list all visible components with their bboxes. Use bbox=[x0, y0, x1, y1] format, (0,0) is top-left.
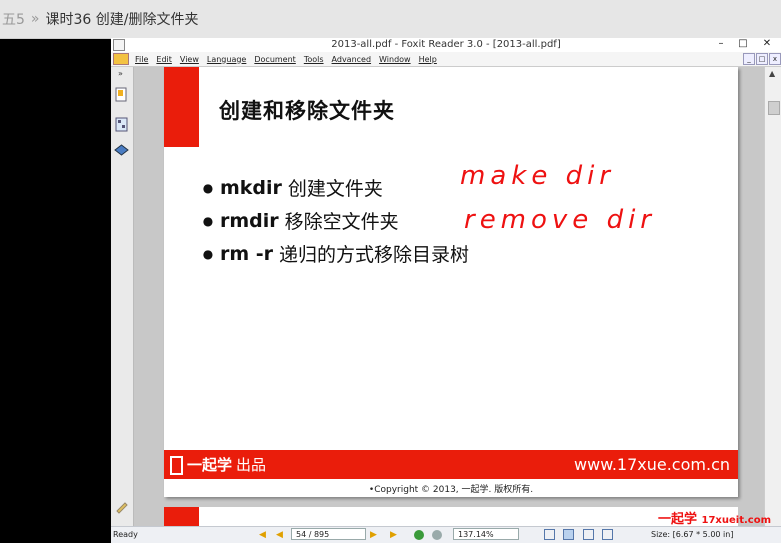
navigation-sidebar: » bbox=[111, 67, 134, 526]
bookmarks-icon[interactable] bbox=[114, 87, 129, 102]
bullet-command: rm -r bbox=[220, 242, 274, 265]
zoom-field[interactable]: 137.14% bbox=[453, 528, 519, 540]
foxit-reader-window: 2013-all.pdf - Foxit Reader 3.0 - [2013-… bbox=[111, 38, 781, 543]
window-title: 2013-all.pdf - Foxit Reader 3.0 - [2013-… bbox=[331, 39, 561, 50]
attachment-icon[interactable] bbox=[114, 499, 129, 514]
bullet-description: 移除空文件夹 bbox=[284, 211, 399, 233]
chapter-fragment: 五5 bbox=[2, 12, 25, 28]
site-watermark: 一起学 17xueit.com bbox=[657, 512, 771, 527]
slide-red-tab bbox=[164, 507, 199, 526]
status-text: Ready bbox=[113, 530, 138, 539]
slide-footer-bar: 一起学 出品 www.17xue.com.cn bbox=[164, 450, 738, 479]
menu-view[interactable]: View bbox=[176, 55, 203, 64]
bullet-command: rmdir bbox=[220, 209, 279, 232]
go-forward-icon[interactable] bbox=[432, 530, 442, 540]
bullet-command: mkdir bbox=[220, 176, 282, 199]
pdf-page: 创建和移除文件夹 ● mkdir 创建文件夹 ● rmdir 移除空文件夹 ● … bbox=[164, 67, 738, 497]
next-pdf-page bbox=[164, 507, 738, 526]
menu-edit[interactable]: Edit bbox=[152, 55, 176, 64]
doc-restore-button[interactable]: □ bbox=[756, 53, 768, 65]
scroll-up-icon[interactable]: ▲ bbox=[769, 69, 775, 78]
bullet-description: 递归的方式移除目录树 bbox=[279, 244, 470, 266]
handwritten-annotation-make-dir: make dir bbox=[460, 161, 615, 191]
title-bar: 2013-all.pdf - Foxit Reader 3.0 - [2013-… bbox=[111, 38, 781, 53]
continuous-facing-view-icon[interactable] bbox=[602, 529, 613, 540]
lesson-title: 课时36 创建/删除文件夹 bbox=[45, 12, 199, 28]
slide-bullet-list: ● mkdir 创建文件夹 ● rmdir 移除空文件夹 ● rm -r 递归的… bbox=[196, 171, 469, 270]
menu-window[interactable]: Window bbox=[375, 55, 415, 64]
logo-mark-icon bbox=[170, 456, 183, 475]
bullet-mkdir: ● mkdir 创建文件夹 bbox=[196, 171, 469, 204]
facing-view-icon[interactable] bbox=[583, 529, 594, 540]
next-page-icon[interactable]: ▶ bbox=[369, 530, 378, 540]
menu-file[interactable]: File bbox=[131, 55, 152, 64]
doc-minimize-button[interactable]: _ bbox=[743, 53, 755, 65]
doc-close-button[interactable]: x bbox=[769, 53, 781, 65]
go-back-icon[interactable] bbox=[414, 530, 424, 540]
menu-document[interactable]: Document bbox=[250, 55, 299, 64]
minimize-button[interactable]: – bbox=[713, 38, 729, 49]
last-page-icon[interactable]: ▶ bbox=[389, 530, 398, 540]
bullet-rm-r: ● rm -r 递归的方式移除目录树 bbox=[196, 237, 469, 270]
layers-icon[interactable] bbox=[114, 143, 129, 158]
footer-logo: 一起学 出品 bbox=[170, 454, 266, 475]
menu-tools[interactable]: Tools bbox=[300, 55, 328, 64]
single-page-view-icon[interactable] bbox=[544, 529, 555, 540]
lesson-header: 五5 » 课时36 创建/删除文件夹 bbox=[0, 0, 781, 39]
bullet-rmdir: ● rmdir 移除空文件夹 bbox=[196, 204, 469, 237]
menu-help[interactable]: Help bbox=[415, 55, 441, 64]
pages-thumbnail-icon[interactable] bbox=[114, 117, 129, 132]
document-icon bbox=[113, 53, 129, 65]
scrollbar-thumb[interactable] bbox=[768, 101, 780, 115]
menu-language[interactable]: Language bbox=[203, 55, 250, 64]
continuous-view-icon[interactable] bbox=[563, 529, 574, 540]
breadcrumb-separator: » bbox=[30, 11, 40, 27]
bullet-description: 创建文件夹 bbox=[287, 178, 383, 200]
document-view[interactable]: 创建和移除文件夹 ● mkdir 创建文件夹 ● rmdir 移除空文件夹 ● … bbox=[134, 67, 764, 526]
footer-url: www.17xue.com.cn bbox=[574, 455, 730, 474]
previous-page-icon[interactable]: ◀ bbox=[275, 530, 284, 540]
bullet-dot: ● bbox=[202, 180, 214, 195]
status-bar: Ready ◀ ◀ 54 / 895 ▶ ▶ 137.14% Size: [6.… bbox=[111, 526, 781, 543]
vertical-scrollbar[interactable]: ▲ bbox=[764, 67, 781, 526]
first-page-icon[interactable]: ◀ bbox=[258, 530, 267, 540]
expand-sidebar-icon[interactable]: » bbox=[118, 69, 123, 78]
handwritten-annotation-remove-dir: remove dir bbox=[464, 205, 656, 235]
bullet-dot: ● bbox=[202, 246, 214, 261]
page-number-field[interactable]: 54 / 895 bbox=[291, 528, 366, 540]
maximize-button[interactable]: □ bbox=[735, 38, 751, 49]
menu-bar: File Edit View Language Document Tools A… bbox=[111, 52, 781, 67]
copyright-notice: •Copyright © 2013, 一起学. 版权所有. bbox=[368, 485, 534, 495]
page-size-readout: Size: [6.67 * 5.00 in] bbox=[651, 530, 734, 539]
close-button[interactable]: ✕ bbox=[759, 38, 775, 49]
menu-advanced[interactable]: Advanced bbox=[328, 55, 376, 64]
slide-heading: 创建和移除文件夹 bbox=[219, 99, 395, 123]
bullet-dot: ● bbox=[202, 213, 214, 228]
slide-red-tab bbox=[164, 67, 199, 147]
